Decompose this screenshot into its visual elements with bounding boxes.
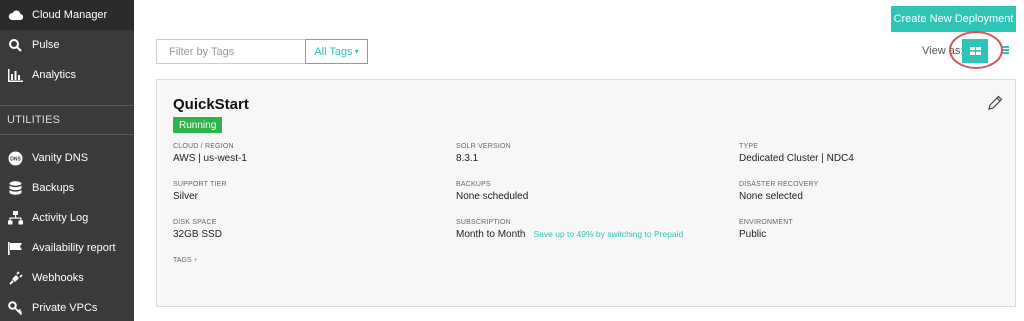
pencil-icon[interactable] <box>987 95 1003 111</box>
sidebar-item-label: Vanity DNS <box>32 152 89 164</box>
field-value: Public <box>739 229 767 240</box>
field-solr-version: SOLR VERSION 8.3.1 <box>456 143 511 164</box>
sidebar-item-label: Private VPCs <box>32 302 98 314</box>
view-as-label: View as: <box>922 45 964 57</box>
list-view-button[interactable] <box>999 44 1011 56</box>
all-tags-label: All Tags <box>314 45 353 58</box>
field-label: BACKUPS <box>456 181 491 188</box>
sidebar-item-label: Webhooks <box>32 272 84 284</box>
field-value: 8.3.1 <box>456 153 479 164</box>
sidebar-item-label: Availability report <box>32 242 116 254</box>
sidebar-item-label: Backups <box>32 182 75 194</box>
sidebar-item-backups[interactable]: Backups <box>0 173 134 203</box>
status-badge: Running <box>173 117 223 133</box>
field-label: CLOUD / REGION <box>173 143 234 150</box>
bar-chart-icon <box>7 67 23 83</box>
create-deployment-button[interactable]: Create New Deployment <box>891 6 1016 32</box>
field-disk-space: DISK SPACE 32GB SSD <box>173 219 222 240</box>
sidebar-item-analytics[interactable]: Analytics <box>0 60 134 90</box>
grid-view-icon <box>969 42 981 60</box>
field-value: Silver <box>173 191 199 202</box>
svg-text:DNS: DNS <box>10 156 21 162</box>
filter-tags-input[interactable] <box>156 39 306 64</box>
sidebar-section-utilities: UTILITIES <box>7 114 61 126</box>
database-icon <box>7 180 23 196</box>
field-label: DISASTER RECOVERY <box>739 181 819 188</box>
search-icon <box>7 37 23 53</box>
field-label: SUPPORT TIER <box>173 181 227 188</box>
caret-down-icon: ▾ <box>354 47 359 56</box>
add-tag-button[interactable]: + <box>194 257 198 264</box>
sidebar-item-availability-report[interactable]: Availability report <box>0 233 134 263</box>
field-value: Dedicated Cluster | NDC4 <box>739 153 854 164</box>
field-backups: BACKUPS None scheduled <box>456 181 528 202</box>
sidebar-item-private-vpcs[interactable]: Private VPCs <box>0 293 134 321</box>
sidebar-item-vanity-dns[interactable]: DNS Vanity DNS <box>0 143 134 173</box>
prepaid-promo-link[interactable]: Save up to 49% by switching to Prepaid <box>533 229 683 239</box>
field-type: TYPE Dedicated Cluster | NDC4 <box>739 143 854 164</box>
sidebar-item-activity-log[interactable]: Activity Log <box>0 203 134 233</box>
deployment-card[interactable]: QuickStart Running CLOUD / REGION AWS | … <box>156 79 1016 307</box>
field-value: 32GB SSD <box>173 229 222 240</box>
field-label: DISK SPACE <box>173 219 217 226</box>
sidebar-item-webhooks[interactable]: Webhooks <box>0 263 134 293</box>
flag-icon <box>7 240 23 256</box>
sitemap-icon <box>7 210 23 226</box>
field-value: Month to Month <box>456 229 526 240</box>
field-subscription: SUBSCRIPTION Month to Month Save up to 49… <box>456 219 683 240</box>
sidebar-item-label: Pulse <box>32 39 60 51</box>
sidebar-item-pulse[interactable]: Pulse <box>0 30 134 60</box>
field-value: AWS | us-west-1 <box>173 153 247 164</box>
cloud-icon <box>7 7 23 23</box>
field-label: ENVIRONMENT <box>739 219 793 226</box>
field-cloud-region: CLOUD / REGION AWS | us-west-1 <box>173 143 247 164</box>
field-label: TYPE <box>739 143 759 150</box>
plug-icon <box>7 270 23 286</box>
field-disaster-recovery: DISASTER RECOVERY None selected <box>739 181 819 202</box>
sidebar-item-label: Analytics <box>32 69 77 81</box>
all-tags-dropdown[interactable]: All Tags ▾ <box>305 39 368 64</box>
tags-row: TAGS + <box>173 257 198 264</box>
field-support-tier: SUPPORT TIER Silver <box>173 181 227 202</box>
field-value: None scheduled <box>456 191 529 202</box>
key-icon <box>7 300 23 316</box>
field-label: SOLR VERSION <box>456 143 511 150</box>
sidebar-item-cloud-manager[interactable]: Cloud Manager <box>0 0 134 30</box>
tags-label: TAGS <box>173 257 192 264</box>
grid-view-button[interactable] <box>962 39 988 63</box>
sidebar-item-label: Activity Log <box>32 212 89 224</box>
sidebar-item-label: Cloud Manager <box>32 9 108 21</box>
deployment-name: QuickStart <box>173 96 249 113</box>
field-environment: ENVIRONMENT Public <box>739 219 793 240</box>
field-value: None selected <box>739 191 803 202</box>
field-value-row: Month to Month Save up to 49% by switchin… <box>456 229 683 240</box>
app-root: Cloud Manager Pulse Analytics UTILITIES … <box>0 0 1024 321</box>
sidebar: Cloud Manager Pulse Analytics UTILITIES … <box>0 0 134 321</box>
dns-icon: DNS <box>7 150 23 166</box>
field-label: SUBSCRIPTION <box>456 219 511 226</box>
list-view-icon <box>1001 41 1009 59</box>
